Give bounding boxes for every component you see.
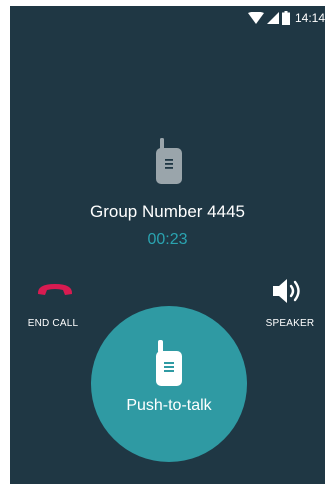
walkie-talkie-icon bbox=[156, 340, 182, 386]
status-time: 14:14 bbox=[294, 11, 325, 25]
push-to-talk-label: Push-to-talk bbox=[126, 397, 212, 414]
speaker-button[interactable]: SPEAKER bbox=[258, 274, 322, 332]
push-to-talk-button[interactable]: Push-to-talk bbox=[91, 306, 247, 462]
call-timer: 00:23 bbox=[147, 231, 188, 248]
walkie-talkie-icon bbox=[156, 138, 182, 184]
speaker-label: SPEAKER bbox=[265, 318, 315, 329]
call-screen: 14:14 Group Number 4445 00:23 END CALL S… bbox=[10, 6, 325, 484]
group-name: Group Number 4445 bbox=[90, 202, 245, 221]
end-call-label: END CALL bbox=[27, 318, 79, 329]
battery-icon bbox=[281, 11, 290, 25]
cell-signal-icon bbox=[266, 12, 279, 24]
end-call-button[interactable]: END CALL bbox=[18, 276, 88, 332]
status-bar: 14:14 bbox=[10, 6, 325, 30]
status-icons: 14:14 bbox=[247, 10, 325, 26]
phone-hangup-icon bbox=[37, 284, 73, 295]
wifi-icon bbox=[247, 12, 264, 24]
speaker-icon bbox=[273, 279, 300, 303]
